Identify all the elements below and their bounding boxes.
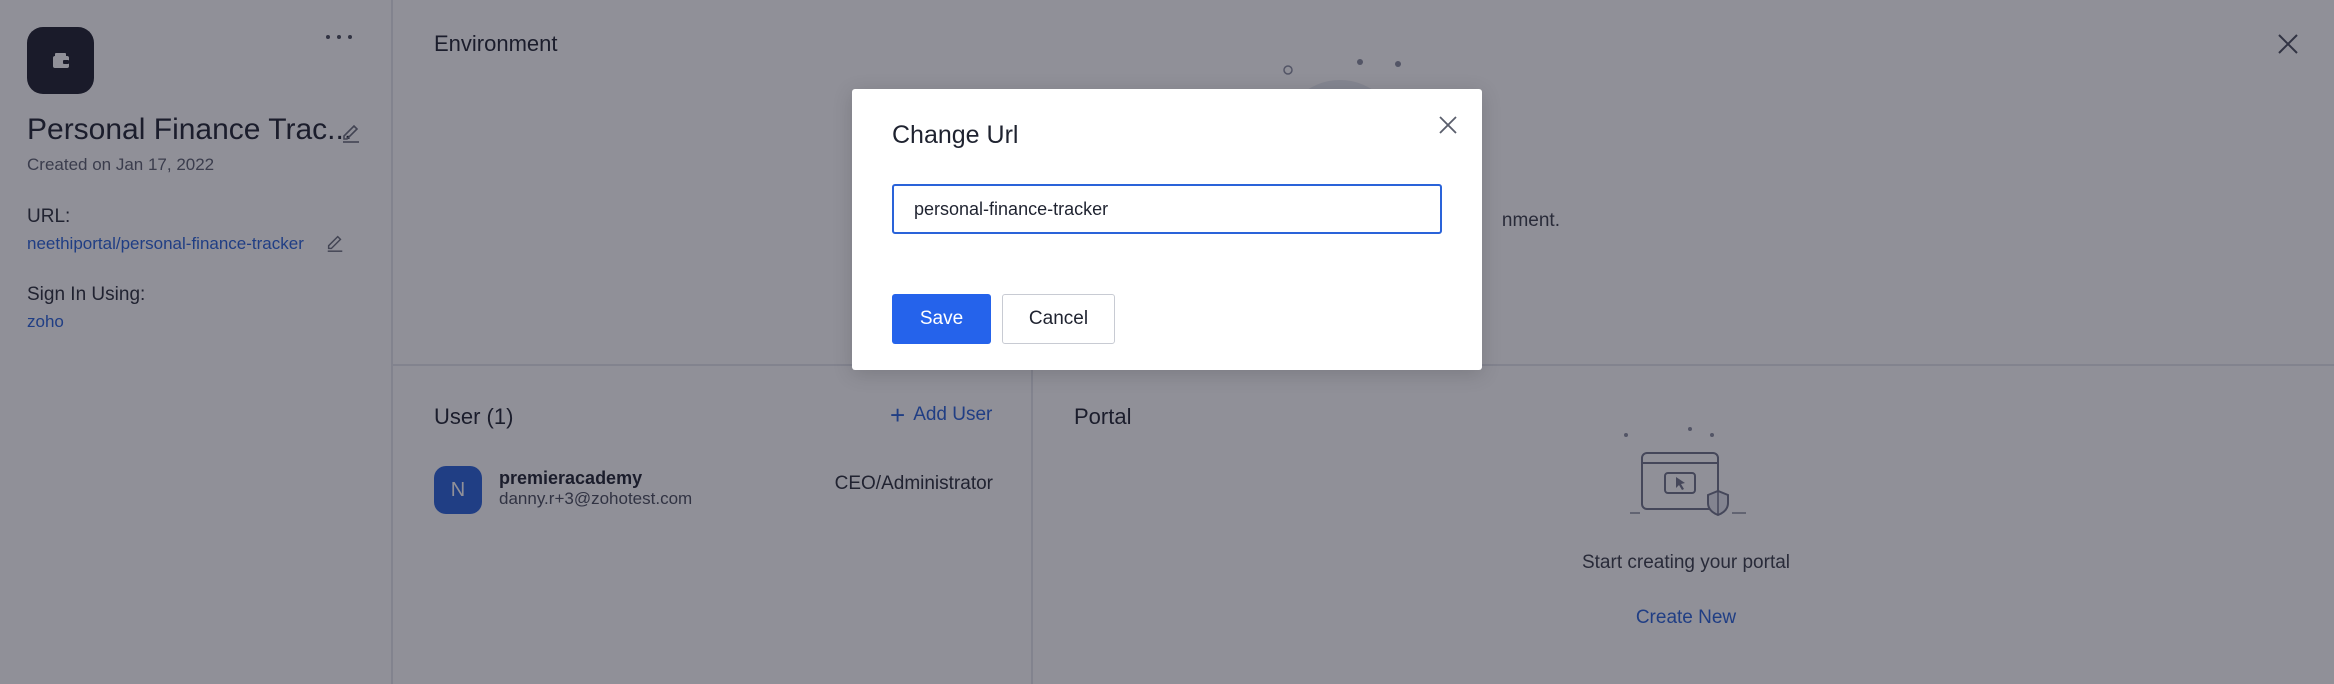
cancel-button[interactable]: Cancel — [1002, 294, 1115, 344]
url-input[interactable] — [892, 184, 1442, 234]
close-icon[interactable] — [1436, 113, 1460, 137]
dialog-title: Change Url — [892, 121, 1019, 149]
change-url-dialog: Change Url Save Cancel — [852, 89, 1482, 370]
save-button[interactable]: Save — [892, 294, 991, 344]
